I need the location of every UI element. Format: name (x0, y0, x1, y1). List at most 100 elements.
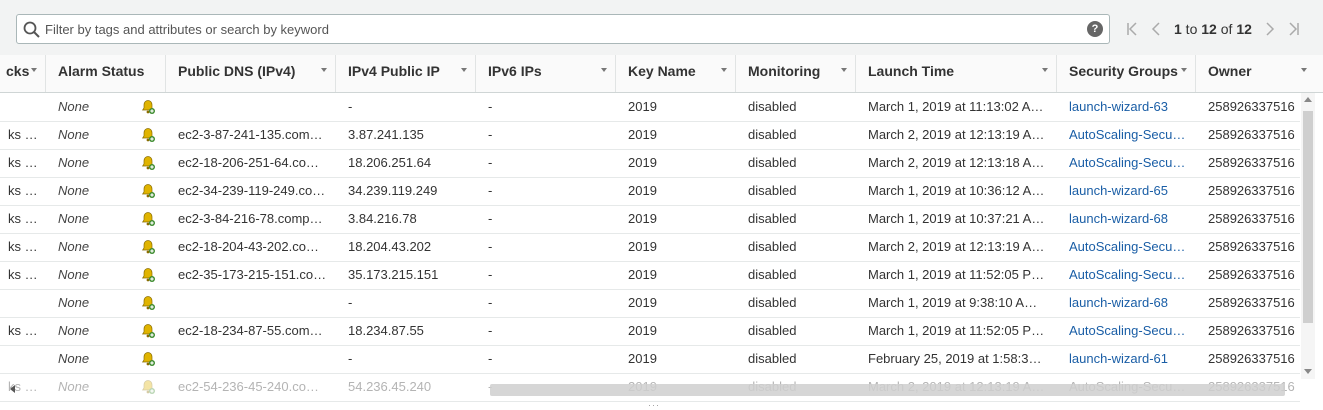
cell-sg[interactable]: launch-wizard-65 (1069, 177, 1189, 205)
resize-grip-icon[interactable]: ··· (648, 400, 660, 410)
search-box[interactable]: ? (16, 14, 1110, 44)
cell-monitoring: disabled (748, 239, 797, 254)
cell-alarm: None (58, 379, 90, 394)
create-alarm-icon[interactable] (140, 323, 156, 339)
column-label: Security Groups (1069, 63, 1178, 79)
cell-monitoring: disabled (748, 351, 797, 366)
create-alarm-icon[interactable] (140, 379, 156, 395)
table-row[interactable]: None - - 2019 disabled March 1, 2019 at 11:13… (0, 93, 1300, 122)
cell-dns (178, 93, 328, 121)
last-page-button[interactable] (1282, 14, 1306, 44)
create-alarm-icon[interactable] (140, 211, 156, 227)
cell-launch: March 1, 2019 at 11:13:02 A… (868, 99, 1044, 114)
caret-down-icon[interactable] (1181, 68, 1187, 72)
cell-dns: ec2-3-87-241-135.com… (178, 127, 323, 142)
cell-ipv4: 18.234.87.55 (348, 323, 424, 338)
table-row[interactable]: ks … None ec2-3-87-241-135.com… 3.87.241.13… (0, 121, 1300, 150)
cell-checks: ks … (8, 155, 38, 170)
cell-sg[interactable]: AutoScaling-Secu… (1069, 317, 1189, 345)
last-page-icon (1289, 22, 1299, 36)
column-header-launch-time[interactable]: Launch Time (856, 55, 1057, 92)
table-row[interactable]: None - - 2019 disabled March 1, 2019 at 9:38:… (0, 289, 1300, 318)
cell-sg[interactable]: launch-wizard-68 (1069, 289, 1189, 317)
caret-down-icon[interactable] (1301, 68, 1307, 72)
help-icon[interactable]: ? (1087, 21, 1103, 37)
column-header-security-groups[interactable]: Security Groups (1057, 55, 1196, 92)
cell-monitoring: disabled (748, 183, 797, 198)
column-header-ipv6-ips[interactable]: IPv6 IPs (476, 55, 616, 92)
column-header-owner[interactable]: Owner (1196, 55, 1315, 92)
cell-sg[interactable]: launch-wizard-61 (1069, 345, 1189, 373)
cell-dns: ec2-34-239-119-249.co… (178, 183, 326, 198)
caret-down-icon[interactable] (321, 68, 327, 72)
table-row[interactable]: ks … None ec2-18-204-43-202.co… 18.204.43.2… (0, 233, 1300, 262)
column-header-key-name[interactable]: Key Name (616, 55, 736, 92)
vertical-scrollbar[interactable] (1301, 93, 1315, 379)
range-start: 1 (1174, 21, 1182, 37)
scrollbar-thumb[interactable] (1303, 111, 1313, 323)
scroll-left-icon[interactable] (10, 385, 15, 393)
column-header-monitoring[interactable]: Monitoring (736, 55, 856, 92)
cell-sg[interactable]: launch-wizard-63 (1069, 93, 1189, 121)
cell-ipv6: - (488, 211, 493, 226)
cell-checks: ks … (8, 211, 38, 226)
table-row[interactable]: ks … None ec2-34-239-119-249.co… 34.239.119… (0, 177, 1300, 206)
cell-sg[interactable]: AutoScaling-Secu… (1069, 121, 1189, 149)
cell-dns: ec2-3-84-216-78.comp… (178, 211, 323, 226)
cell-sg[interactable]: AutoScaling-Secu… (1069, 261, 1189, 289)
cell-key: 2019 (628, 295, 657, 310)
column-header-status-checks[interactable]: cks (0, 55, 46, 92)
caret-down-icon[interactable] (461, 68, 467, 72)
cell-alarm: None (58, 239, 90, 254)
create-alarm-icon[interactable] (140, 351, 156, 367)
column-header-ipv4-public-ip[interactable]: IPv4 Public IP (336, 55, 476, 92)
caret-down-icon[interactable] (601, 68, 607, 72)
cell-sg[interactable]: AutoScaling-Secu… (1069, 149, 1189, 177)
cell-sg[interactable]: launch-wizard-68 (1069, 205, 1189, 233)
table-row[interactable]: ks … None ec2-18-206-251-64.co… 18.206.251.… (0, 149, 1300, 178)
table-row[interactable]: ks … None ec2-35-173-215-151.co… 35.173.215… (0, 261, 1300, 290)
column-header-public-dns[interactable]: Public DNS (IPv4) (166, 55, 336, 92)
cell-owner: 258926337516 (1208, 267, 1295, 282)
next-page-button[interactable] (1258, 14, 1282, 44)
create-alarm-icon[interactable] (140, 183, 156, 199)
scroll-up-icon[interactable] (1304, 97, 1312, 102)
cell-ipv4: - (348, 351, 353, 366)
cell-ipv6: - (488, 155, 493, 170)
cell-launch: March 2, 2019 at 12:13:19 A… (868, 127, 1045, 142)
cell-checks (8, 93, 44, 121)
cell-dns: ec2-35-173-215-151.co… (178, 267, 327, 282)
range-of: of (1216, 21, 1237, 37)
cell-alarm: None (58, 211, 90, 226)
caret-down-icon[interactable] (31, 68, 37, 72)
create-alarm-icon[interactable] (140, 267, 156, 283)
cell-launch: March 1, 2019 at 10:36:12 A… (868, 183, 1045, 198)
column-header-alarm-status[interactable]: Alarm Status (46, 55, 166, 92)
table-row[interactable]: None - - 2019 disabled February 25, 2019 at 1… (0, 345, 1300, 374)
cell-sg[interactable]: AutoScaling-Secu… (1069, 233, 1189, 261)
caret-down-icon[interactable] (721, 68, 727, 72)
create-alarm-icon[interactable] (140, 127, 156, 143)
create-alarm-icon[interactable] (140, 155, 156, 171)
create-alarm-icon[interactable] (140, 99, 156, 115)
caret-down-icon[interactable] (841, 68, 847, 72)
table-row[interactable]: ks … None ec2-3-84-216-78.comp… 3.84.216.78… (0, 205, 1300, 234)
column-label: IPv4 Public IP (348, 63, 440, 79)
cell-checks (8, 345, 44, 373)
cell-dns (178, 289, 328, 317)
cell-ipv6: - (488, 323, 493, 338)
cell-owner: 258926337516 (1208, 155, 1295, 170)
search-input[interactable] (45, 15, 1075, 43)
caret-down-icon[interactable] (1042, 68, 1048, 72)
cell-checks: ks … (8, 127, 38, 142)
create-alarm-icon[interactable] (140, 295, 156, 311)
prev-page-button[interactable] (1144, 14, 1168, 44)
column-label: Launch Time (868, 63, 955, 79)
first-page-button[interactable] (1120, 14, 1144, 44)
create-alarm-icon[interactable] (140, 239, 156, 255)
scroll-down-icon[interactable] (1304, 369, 1312, 374)
table-row[interactable]: ks … None ec2-18-234-87-55.com… 18.234.87.5… (0, 317, 1300, 346)
chevron-right-icon (1266, 22, 1274, 36)
cell-ipv6: - (488, 99, 493, 114)
horizontal-scrollbar[interactable] (490, 384, 1285, 396)
